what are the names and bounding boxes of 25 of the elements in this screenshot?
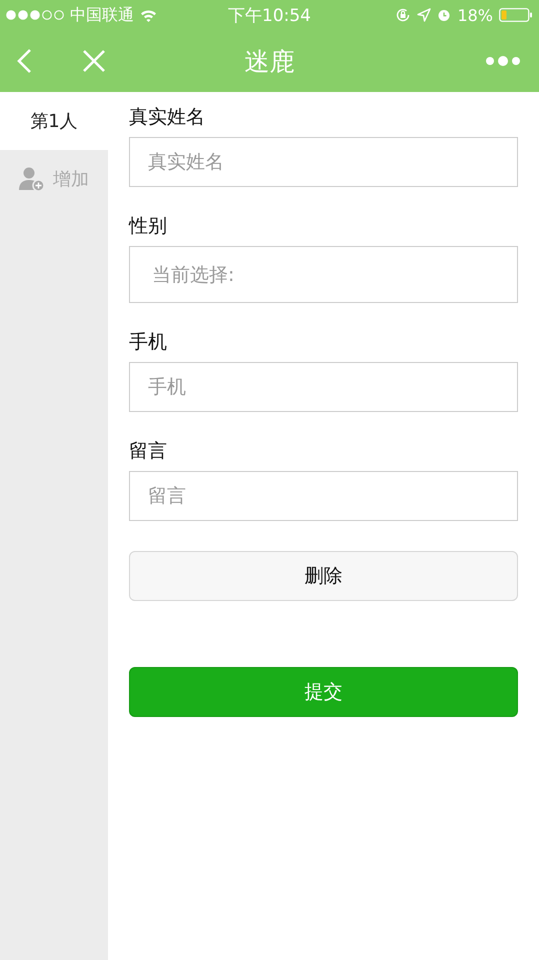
input-field[interactable]: 真实姓名 <box>129 137 518 187</box>
field-label: 手机 <box>129 330 168 355</box>
rotation-lock-icon <box>395 7 412 23</box>
back-button[interactable] <box>16 48 32 74</box>
field-label: 留言 <box>129 439 168 464</box>
alarm-icon <box>437 8 452 22</box>
signal-icon <box>6 10 64 20</box>
input-field[interactable]: 手机 <box>129 362 518 412</box>
close-button[interactable] <box>82 49 106 73</box>
delete-button[interactable]: 删除 <box>129 551 518 601</box>
page-title: 迷鹿 <box>244 46 294 78</box>
field-label: 真实姓名 <box>129 105 206 130</box>
carrier-name: 中国联通 <box>70 4 134 26</box>
add-user-icon <box>19 166 45 192</box>
person-tab[interactable]: 第1人 <box>0 92 108 150</box>
location-icon <box>417 8 432 22</box>
status-time: 下午10:54 <box>228 4 311 26</box>
submit-button[interactable]: 提交 <box>129 667 518 717</box>
battery-icon <box>499 8 533 22</box>
field-label: 性别 <box>129 214 168 239</box>
picker-field[interactable]: 当前选择: <box>129 246 518 303</box>
battery-percent: 18% <box>457 6 493 24</box>
wifi-icon <box>140 8 157 22</box>
more-button[interactable] <box>485 54 521 68</box>
input-field[interactable]: 留言 <box>129 471 518 521</box>
